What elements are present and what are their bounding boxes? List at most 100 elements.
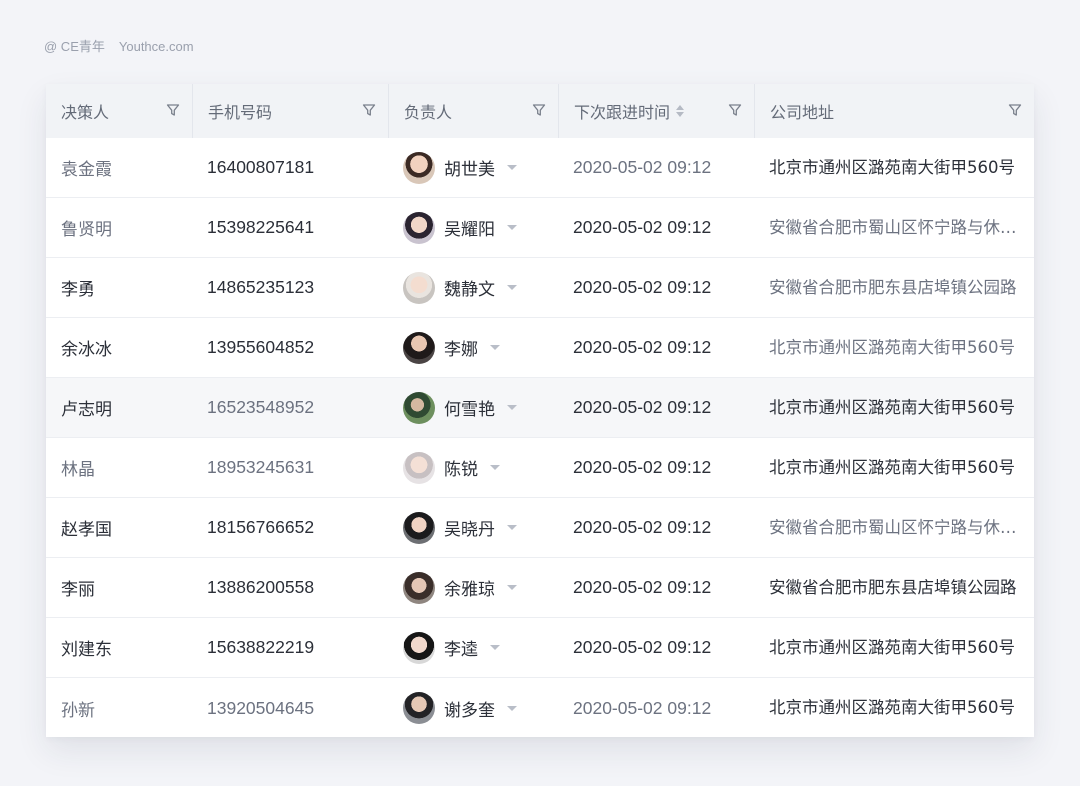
next-follow-time-cell: 2020-05-02 09:12 xyxy=(573,157,712,177)
filter-icon[interactable] xyxy=(166,103,180,117)
avatar xyxy=(403,331,435,364)
owner-cell[interactable]: 李娜 xyxy=(388,318,558,377)
table-row[interactable]: 袁金霞 16400807181 胡世美 2020-05-02 09:12 北京市… xyxy=(46,138,1034,198)
phone-cell: 14865235123 xyxy=(207,277,315,297)
avatar xyxy=(403,631,435,664)
phone-cell: 13886200558 xyxy=(207,577,315,597)
owner-cell[interactable]: 魏静文 xyxy=(388,258,558,317)
table-row[interactable]: 鲁贤明 15398225641 吴耀阳 2020-05-02 09:12 安徽省… xyxy=(46,198,1034,258)
address-cell: 安徽省合肥市蜀山区怀宁路与休宁路交口 xyxy=(769,518,1034,537)
avatar xyxy=(403,692,435,724)
address-cell: 安徽省合肥市肥东县店埠镇公园路 xyxy=(769,578,1017,597)
decision-maker-cell: 刘建东 xyxy=(61,640,112,660)
owner-name: 李逵 xyxy=(444,640,478,660)
column-header-owner: 负责人 xyxy=(388,84,558,138)
column-header-address: 公司地址 xyxy=(754,84,1034,138)
column-header-decision-maker: 决策人 xyxy=(46,84,192,138)
address-cell: 北京市通州区潞苑南大街甲560号 xyxy=(769,158,1015,177)
table-body: 袁金霞 16400807181 胡世美 2020-05-02 09:12 北京市… xyxy=(46,138,1034,738)
table-row[interactable]: 赵孝国 18156766652 吴晓丹 2020-05-02 09:12 安徽省… xyxy=(46,498,1034,558)
address-cell: 北京市通州区潞苑南大街甲560号 xyxy=(769,458,1015,477)
decision-maker-cell: 李丽 xyxy=(61,580,95,600)
filter-icon[interactable] xyxy=(532,103,546,117)
next-follow-time-cell: 2020-05-02 09:12 xyxy=(573,517,712,537)
chevron-down-icon[interactable] xyxy=(507,225,517,230)
chevron-down-icon[interactable] xyxy=(507,585,517,590)
filter-icon[interactable] xyxy=(1008,103,1022,117)
owner-select[interactable]: 吴耀阳 xyxy=(403,211,517,244)
chevron-down-icon[interactable] xyxy=(507,525,517,530)
owner-select[interactable]: 李娜 xyxy=(403,331,500,364)
address-cell: 北京市通州区潞苑南大街甲560号 xyxy=(769,338,1015,357)
chevron-down-icon[interactable] xyxy=(490,465,500,470)
table-row[interactable]: 林晶 18953245631 陈锐 2020-05-02 09:12 北京市通州… xyxy=(46,438,1034,498)
decision-maker-cell: 林晶 xyxy=(61,460,95,480)
watermark-site: Youthce.com xyxy=(118,39,194,54)
owner-select[interactable]: 陈锐 xyxy=(403,451,500,484)
chevron-down-icon[interactable] xyxy=(507,165,517,170)
table-row[interactable]: 李丽 13886200558 余雅琼 2020-05-02 09:12 安徽省合… xyxy=(46,558,1034,618)
address-cell: 北京市通州区潞苑南大街甲560号 xyxy=(769,398,1015,417)
chevron-down-icon[interactable] xyxy=(507,405,517,410)
table-row[interactable]: 余冰冰 13955604852 李娜 2020-05-02 09:12 北京市通… xyxy=(46,318,1034,378)
chevron-down-icon[interactable] xyxy=(490,345,500,350)
owner-name: 吴晓丹 xyxy=(444,520,495,540)
address-cell: 北京市通州区潞苑南大街甲560号 xyxy=(769,698,1015,717)
next-follow-time-cell: 2020-05-02 09:12 xyxy=(573,577,712,597)
address-cell: 安徽省合肥市蜀山区怀宁路与休宁路交口 xyxy=(769,218,1034,237)
table-row[interactable]: 李勇 14865235123 魏静文 2020-05-02 09:12 安徽省合… xyxy=(46,258,1034,318)
chevron-down-icon[interactable] xyxy=(507,705,517,711)
owner-cell[interactable]: 吴耀阳 xyxy=(388,198,558,257)
decision-maker-cell: 赵孝国 xyxy=(61,520,112,540)
chevron-down-icon[interactable] xyxy=(507,285,517,290)
table-row[interactable]: 卢志明 16523548952 何雪艳 2020-05-02 09:12 北京市… xyxy=(46,378,1034,438)
owner-cell[interactable]: 李逵 xyxy=(388,618,558,677)
filter-icon[interactable] xyxy=(728,103,742,117)
sort-icon[interactable] xyxy=(676,105,685,117)
owner-select[interactable]: 吴晓丹 xyxy=(403,511,517,544)
owner-select[interactable]: 谢多奎 xyxy=(403,692,517,724)
avatar xyxy=(403,151,435,184)
owner-select[interactable]: 胡世美 xyxy=(403,151,517,184)
column-header-next-follow[interactable]: 下次跟进时间 xyxy=(558,84,754,138)
owner-cell[interactable]: 吴晓丹 xyxy=(388,498,558,557)
decision-maker-cell: 袁金霞 xyxy=(61,160,112,180)
decision-maker-cell: 卢志明 xyxy=(61,400,112,420)
owner-select[interactable]: 李逵 xyxy=(403,631,500,664)
owner-select[interactable]: 余雅琼 xyxy=(403,571,517,604)
decision-maker-cell: 余冰冰 xyxy=(61,340,112,360)
owner-name: 魏静文 xyxy=(444,280,495,300)
column-header-phone: 手机号码 xyxy=(192,84,388,138)
column-label: 负责人 xyxy=(404,103,453,122)
phone-cell: 18953245631 xyxy=(207,457,315,477)
owner-name: 李娜 xyxy=(444,340,478,360)
watermark: @ CE青年 Youthce.com xyxy=(44,36,194,55)
table-row[interactable]: 孙新 13920504645 谢多奎 2020-05-02 09:12 北京市通… xyxy=(46,678,1034,738)
phone-cell: 16523548952 xyxy=(207,397,315,417)
watermark-brand: @ CE青年 xyxy=(44,39,105,54)
owner-select[interactable]: 魏静文 xyxy=(403,271,517,304)
chevron-down-icon[interactable] xyxy=(490,645,500,650)
avatar xyxy=(403,211,435,244)
data-table: 决策人 手机号码 负责人 下次跟进时间 公司地址 袁金霞 16400807181… xyxy=(46,84,1034,737)
owner-select[interactable]: 何雪艳 xyxy=(403,391,517,424)
phone-cell: 18156766652 xyxy=(207,517,315,537)
avatar xyxy=(403,271,435,304)
owner-cell[interactable]: 谢多奎 xyxy=(388,678,558,738)
table-row[interactable]: 刘建东 15638822219 李逵 2020-05-02 09:12 北京市通… xyxy=(46,618,1034,678)
next-follow-time-cell: 2020-05-02 09:12 xyxy=(573,457,712,477)
owner-cell[interactable]: 余雅琼 xyxy=(388,558,558,617)
phone-cell: 15398225641 xyxy=(207,217,315,237)
column-label: 公司地址 xyxy=(770,103,835,122)
next-follow-time-cell: 2020-05-02 09:12 xyxy=(573,397,712,417)
table-header: 决策人 手机号码 负责人 下次跟进时间 公司地址 xyxy=(46,84,1034,138)
owner-cell[interactable]: 陈锐 xyxy=(388,438,558,497)
owner-cell[interactable]: 何雪艳 xyxy=(388,378,558,437)
phone-cell: 15638822219 xyxy=(207,637,315,657)
avatar xyxy=(403,451,435,484)
avatar xyxy=(403,391,435,424)
decision-maker-cell: 鲁贤明 xyxy=(61,220,112,240)
filter-icon[interactable] xyxy=(362,103,376,117)
owner-name: 余雅琼 xyxy=(444,580,495,600)
owner-cell[interactable]: 胡世美 xyxy=(388,138,558,197)
